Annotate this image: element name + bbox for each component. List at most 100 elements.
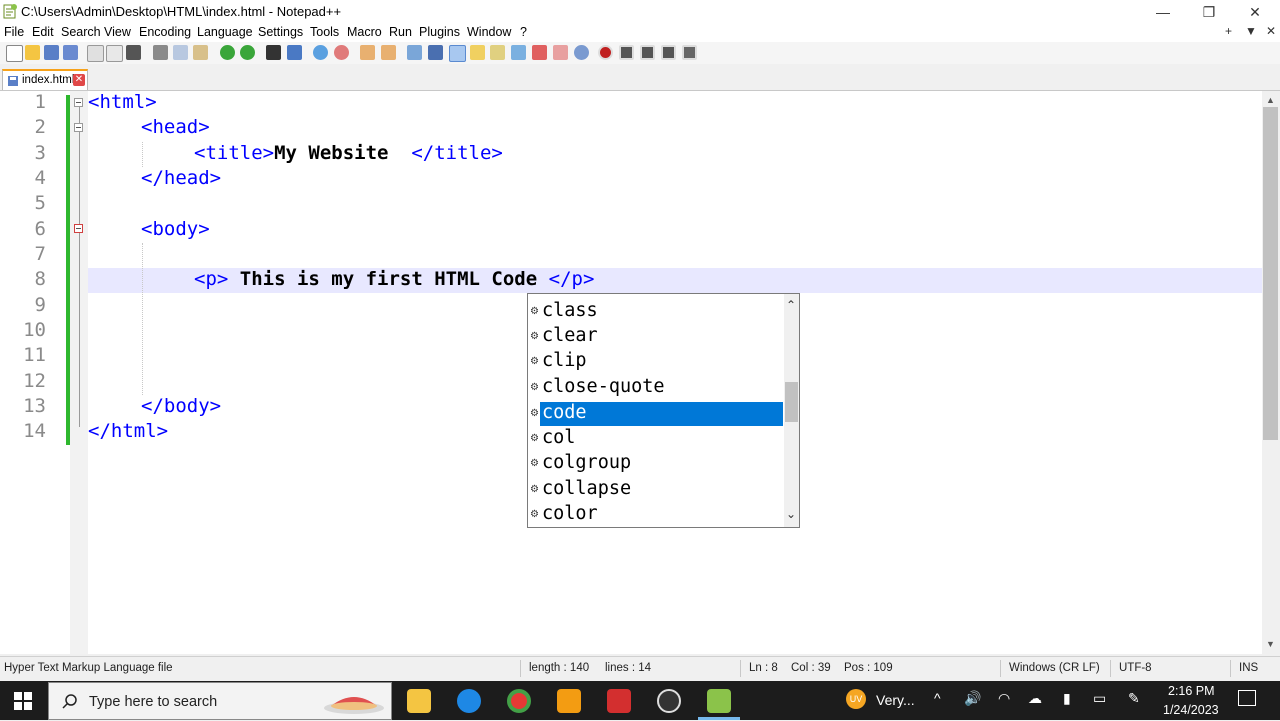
menu-tools[interactable]: Tools — [310, 25, 339, 39]
show-all-chars-icon[interactable] — [428, 45, 443, 60]
fold-toggle-icon[interactable] — [74, 224, 83, 233]
doc-map-icon[interactable] — [490, 45, 505, 60]
chrome-icon[interactable] — [507, 689, 531, 713]
autocomplete-item[interactable]: ⚙ collapse — [528, 478, 783, 503]
print-icon[interactable] — [126, 45, 141, 60]
obs-studio-icon[interactable] — [657, 689, 681, 713]
line-number: 4 — [34, 167, 46, 189]
open-file-icon[interactable] — [25, 45, 40, 60]
edge-icon[interactable] — [457, 689, 481, 713]
menu-search[interactable]: Search — [61, 25, 101, 39]
function-list-icon[interactable] — [511, 45, 526, 60]
autocomplete-item[interactable]: ⚙ clear — [528, 325, 783, 350]
clock-date[interactable]: 1/24/2023 — [1163, 703, 1219, 717]
autocomplete-popup[interactable]: ⚙ class ⚙ clear ⚙ clip ⚙ close-quote ⚙ code ⚙… — [527, 293, 800, 528]
scroll-down-icon[interactable]: ▼ — [1266, 639, 1275, 649]
autocomplete-label: close-quote — [542, 376, 665, 397]
menu-help[interactable]: ? — [520, 25, 527, 39]
line-number: 1 — [34, 91, 46, 113]
word-wrap-icon[interactable] — [407, 45, 422, 60]
close-file-icon[interactable] — [87, 45, 104, 62]
redo-icon[interactable] — [240, 45, 255, 60]
close-button[interactable]: ✕ — [1232, 0, 1278, 24]
find-icon[interactable] — [266, 45, 281, 60]
autocomplete-item[interactable]: ⚙ class — [528, 300, 783, 325]
cloud-icon[interactable]: ☁ — [1028, 690, 1042, 707]
menu-window[interactable]: Window — [467, 25, 511, 39]
indent-guide-icon[interactable] — [449, 45, 466, 62]
cut-icon[interactable] — [153, 45, 168, 60]
status-eol: Windows (CR LF) — [1009, 662, 1100, 674]
menu-file[interactable]: File — [4, 25, 24, 39]
save-icon[interactable] — [44, 45, 59, 60]
stop-macro-icon[interactable] — [619, 45, 634, 60]
tab-list-icon[interactable]: ▼ — [1245, 24, 1257, 38]
fold-toggle-icon[interactable] — [74, 123, 83, 132]
autocomplete-item[interactable]: ⚙ colgroup — [528, 452, 783, 477]
tab-close-icon[interactable]: ✕ — [73, 74, 85, 86]
paste-icon[interactable] — [193, 45, 208, 60]
sync-vertical-icon[interactable] — [360, 45, 375, 60]
menu-plugins[interactable]: Plugins — [419, 25, 460, 39]
save-macro-icon[interactable] — [682, 45, 697, 60]
taskbar-search-box[interactable]: Type here to search — [48, 682, 392, 720]
undo-icon[interactable] — [220, 45, 235, 60]
autocomplete-item[interactable]: ⚙ clip — [528, 350, 783, 375]
sync-horizontal-icon[interactable] — [381, 45, 396, 60]
save-all-icon[interactable] — [63, 45, 78, 60]
play-macro-icon[interactable] — [640, 45, 655, 60]
autocomplete-scroll-thumb[interactable] — [785, 382, 798, 422]
eye-icon[interactable] — [574, 45, 589, 60]
pen-icon[interactable]: ✎ — [1128, 690, 1140, 707]
monitoring-icon[interactable] — [553, 45, 568, 60]
tab-index-html[interactable]: index.html ✕ — [2, 69, 88, 90]
zoom-out-icon[interactable] — [334, 45, 349, 60]
chevron-down-icon[interactable]: ⌄ — [786, 507, 796, 521]
play-multiple-macro-icon[interactable] — [661, 45, 676, 60]
notification-icon[interactable] — [1238, 690, 1256, 706]
chevron-up-icon[interactable]: ⌃ — [786, 298, 796, 312]
scroll-up-icon[interactable]: ▲ — [1266, 95, 1275, 105]
speaker-icon[interactable]: 🔊 — [964, 690, 981, 707]
autocomplete-item[interactable]: ⚙ close-quote — [528, 376, 783, 401]
autocomplete-item-selected[interactable]: ⚙ code — [528, 402, 783, 427]
sublime-text-icon[interactable] — [557, 689, 581, 713]
menu-run[interactable]: Run — [389, 25, 412, 39]
menu-settings[interactable]: Settings — [258, 25, 303, 39]
microphone-icon[interactable]: ▮ — [1063, 690, 1071, 707]
record-macro-icon[interactable] — [598, 45, 613, 60]
menu-encoding[interactable]: Encoding — [139, 25, 191, 39]
menu-language[interactable]: Language — [197, 25, 253, 39]
folder-workspace-icon[interactable] — [532, 45, 547, 60]
udl-icon[interactable] — [470, 45, 485, 60]
weather-text[interactable]: Very... — [876, 692, 915, 708]
status-divider — [740, 660, 741, 677]
copy-icon[interactable] — [173, 45, 188, 60]
battery-icon[interactable]: ▭ — [1093, 690, 1106, 707]
gear-icon: ⚙ — [530, 484, 539, 495]
autocomplete-item[interactable]: ⚙ col — [528, 427, 783, 452]
autocomplete-item[interactable]: ⚙ color — [528, 503, 783, 528]
weather-icon[interactable]: UV — [846, 689, 866, 709]
close-all-icon[interactable] — [106, 45, 123, 62]
file-explorer-icon[interactable] — [407, 689, 431, 713]
zoom-in-icon[interactable] — [313, 45, 328, 60]
menu-macro[interactable]: Macro — [347, 25, 382, 39]
chevron-up-icon[interactable]: ^ — [934, 690, 941, 706]
access-app-icon[interactable] — [607, 689, 631, 713]
menu-edit[interactable]: Edit — [32, 25, 54, 39]
title-bar[interactable]: C:\Users\Admin\Desktop\HTML\index.html -… — [0, 0, 1280, 24]
new-file-icon[interactable] — [6, 45, 23, 62]
close-document-icon[interactable]: ✕ — [1266, 24, 1276, 38]
restore-button[interactable]: ❐ — [1186, 0, 1232, 24]
menu-view[interactable]: View — [104, 25, 131, 39]
scrollbar-thumb[interactable] — [1263, 107, 1278, 440]
notepadpp-taskbar-icon[interactable] — [707, 689, 731, 713]
minimize-button[interactable]: — — [1140, 0, 1186, 24]
clock-time[interactable]: 2:16 PM — [1168, 684, 1215, 698]
windows-start-icon[interactable] — [14, 692, 32, 710]
replace-icon[interactable] — [287, 45, 302, 60]
fold-toggle-icon[interactable] — [74, 98, 83, 107]
wifi-icon[interactable]: ◠ — [998, 690, 1010, 707]
add-tab-icon[interactable]: + — [1225, 24, 1232, 38]
